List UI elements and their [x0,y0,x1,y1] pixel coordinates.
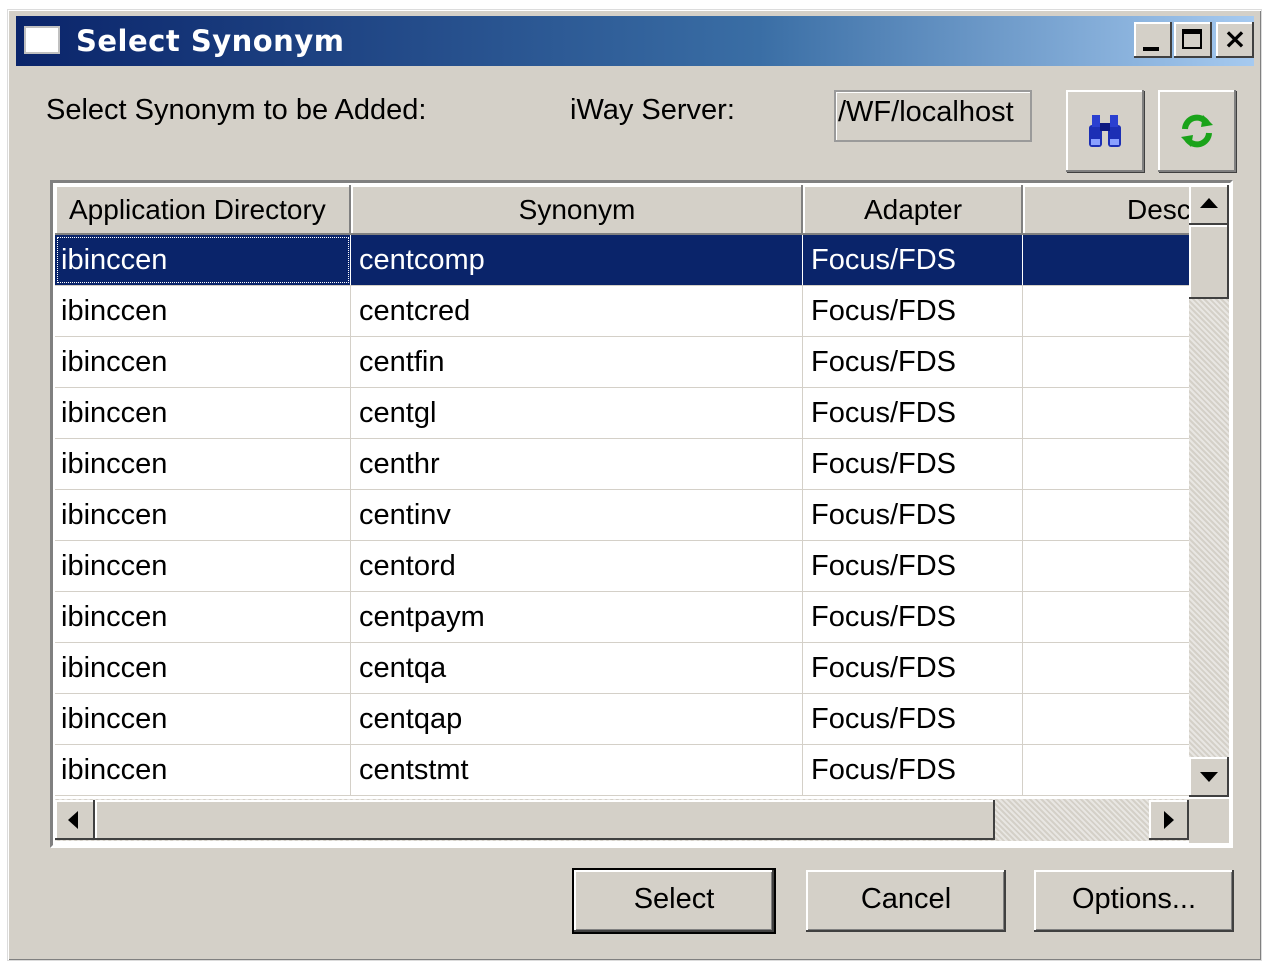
scroll-up-button[interactable] [1189,185,1229,225]
table-row[interactable]: ibinccen centcred Focus/FDS [55,286,1189,337]
title-bar[interactable]: Select Synonym × [16,16,1254,66]
table-row[interactable]: ibinccen centqap Focus/FDS [55,694,1189,745]
cell-synonym: centcomp [351,235,803,285]
cell-adapter: Focus/FDS [803,694,1023,744]
window-title: Select Synonym [76,24,345,58]
cell-synonym: centqap [351,694,803,744]
refresh-button[interactable] [1158,90,1236,172]
options-button[interactable]: Options... [1034,870,1234,932]
cell-application-directory: ibinccen [55,235,351,285]
window-icon [24,26,60,54]
cell-description [1023,235,1189,285]
select-button[interactable]: Select [572,868,776,934]
cell-synonym: centpaym [351,592,803,642]
select-synonym-dialog: Select Synonym × Select Synonym to be Ad… [8,10,1261,960]
table-row[interactable]: ibinccen centpaym Focus/FDS [55,592,1189,643]
cancel-button[interactable]: Cancel [806,870,1006,932]
cell-description [1023,541,1189,591]
column-header-description[interactable]: Desc [1023,185,1189,235]
table-row[interactable]: ibinccen centcomp Focus/FDS [55,235,1189,286]
cell-application-directory: ibinccen [55,490,351,540]
cell-adapter: Focus/FDS [803,541,1023,591]
column-header-adapter[interactable]: Adapter [803,185,1023,235]
cell-description [1023,694,1189,744]
column-header-synonym[interactable]: Synonym [351,185,803,235]
cell-synonym: centinv [351,490,803,540]
synonym-table: Application Directory Synonym Adapter De… [50,180,1233,848]
cell-description [1023,592,1189,642]
cell-synonym: centcred [351,286,803,336]
table-row[interactable]: ibinccen centgl Focus/FDS [55,388,1189,439]
select-synonym-label: Select Synonym to be Added: [46,94,427,126]
scroll-right-button[interactable] [1149,800,1189,840]
cell-synonym: centstmt [351,745,803,795]
table-row[interactable]: ibinccen centord Focus/FDS [55,541,1189,592]
cell-description [1023,745,1189,795]
refresh-icon [1181,114,1213,148]
table-viewport: Application Directory Synonym Adapter De… [55,185,1189,797]
cell-application-directory: ibinccen [55,286,351,336]
cell-adapter: Focus/FDS [803,439,1023,489]
server-field[interactable]: /WF/localhost [834,90,1032,142]
table-row[interactable]: ibinccen centhr Focus/FDS [55,439,1189,490]
table-row[interactable]: ibinccen centqa Focus/FDS [55,643,1189,694]
binoculars-icon [1089,115,1121,147]
table-row[interactable]: ibinccen centfin Focus/FDS [55,337,1189,388]
minimize-icon [1143,47,1159,51]
server-label: iWay Server: [570,94,735,126]
arrow-left-icon [68,811,78,829]
cell-adapter: Focus/FDS [803,235,1023,285]
scroll-left-button[interactable] [55,800,95,840]
table-row[interactable]: ibinccen centinv Focus/FDS [55,490,1189,541]
cell-synonym: centgl [351,388,803,438]
cell-description [1023,490,1189,540]
cell-adapter: Focus/FDS [803,490,1023,540]
cell-synonym: centhr [351,439,803,489]
cell-application-directory: ibinccen [55,337,351,387]
find-button[interactable] [1066,90,1144,172]
table-body: ibinccen centcomp Focus/FDS ibinccen centcre… [55,235,1189,796]
maximize-icon [1182,29,1202,49]
horizontal-scrollbar[interactable] [55,799,1189,841]
cell-application-directory: ibinccen [55,541,351,591]
cell-adapter: Focus/FDS [803,745,1023,795]
scrollbar-corner [1189,799,1229,843]
cell-application-directory: ibinccen [55,694,351,744]
scroll-down-button[interactable] [1189,757,1229,797]
horizontal-scroll-thumb[interactable] [95,800,995,840]
table-row[interactable]: ibinccen centstmt Focus/FDS [55,745,1189,796]
arrow-right-icon [1164,811,1174,829]
cell-synonym: centfin [351,337,803,387]
cell-adapter: Focus/FDS [803,337,1023,387]
minimize-button[interactable] [1134,22,1172,58]
cell-synonym: centord [351,541,803,591]
cell-description [1023,286,1189,336]
cell-application-directory: ibinccen [55,439,351,489]
vertical-scrollbar[interactable] [1189,185,1229,797]
cell-description [1023,337,1189,387]
close-button[interactable]: × [1216,22,1254,58]
cell-description [1023,439,1189,489]
cell-adapter: Focus/FDS [803,286,1023,336]
cell-application-directory: ibinccen [55,745,351,795]
cell-adapter: Focus/FDS [803,592,1023,642]
table-header: Application Directory Synonym Adapter De… [55,185,1189,235]
cell-synonym: centqa [351,643,803,693]
close-icon: × [1223,22,1247,55]
vertical-scroll-thumb[interactable] [1189,225,1229,299]
cell-application-directory: ibinccen [55,592,351,642]
arrow-up-icon [1200,198,1218,208]
maximize-button[interactable] [1174,22,1212,58]
column-header-application-directory[interactable]: Application Directory [55,185,351,235]
cell-application-directory: ibinccen [55,643,351,693]
cell-description [1023,388,1189,438]
cell-adapter: Focus/FDS [803,388,1023,438]
cell-application-directory: ibinccen [55,388,351,438]
cell-adapter: Focus/FDS [803,643,1023,693]
arrow-down-icon [1200,772,1218,782]
cell-description [1023,643,1189,693]
